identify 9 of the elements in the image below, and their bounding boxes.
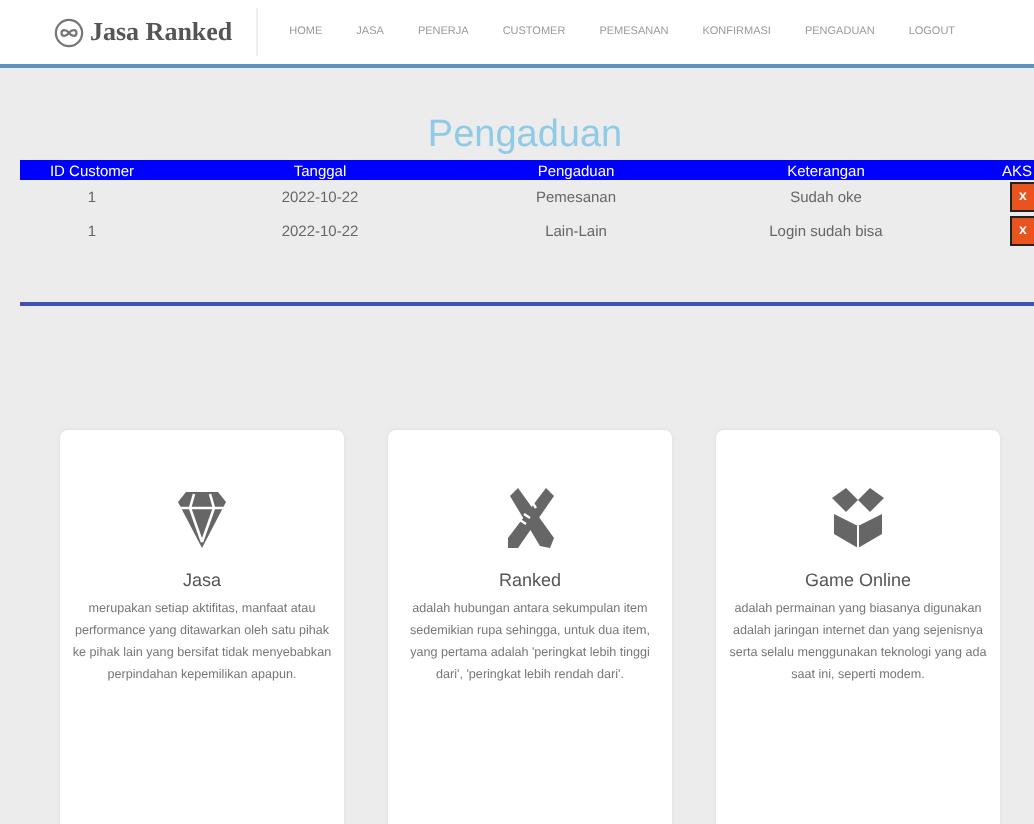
open-box-icon <box>830 486 886 550</box>
pencil-ruler-icon <box>504 486 556 550</box>
page-title: Pengaduan <box>427 112 623 160</box>
logo-icon <box>54 17 84 47</box>
diamond-icon <box>176 490 228 550</box>
brand-name: Jasa Ranked <box>90 16 233 48</box>
card-title: Ranked <box>498 570 562 590</box>
card-title: Jasa <box>182 570 221 590</box>
card-title: Game Online <box>804 570 912 590</box>
